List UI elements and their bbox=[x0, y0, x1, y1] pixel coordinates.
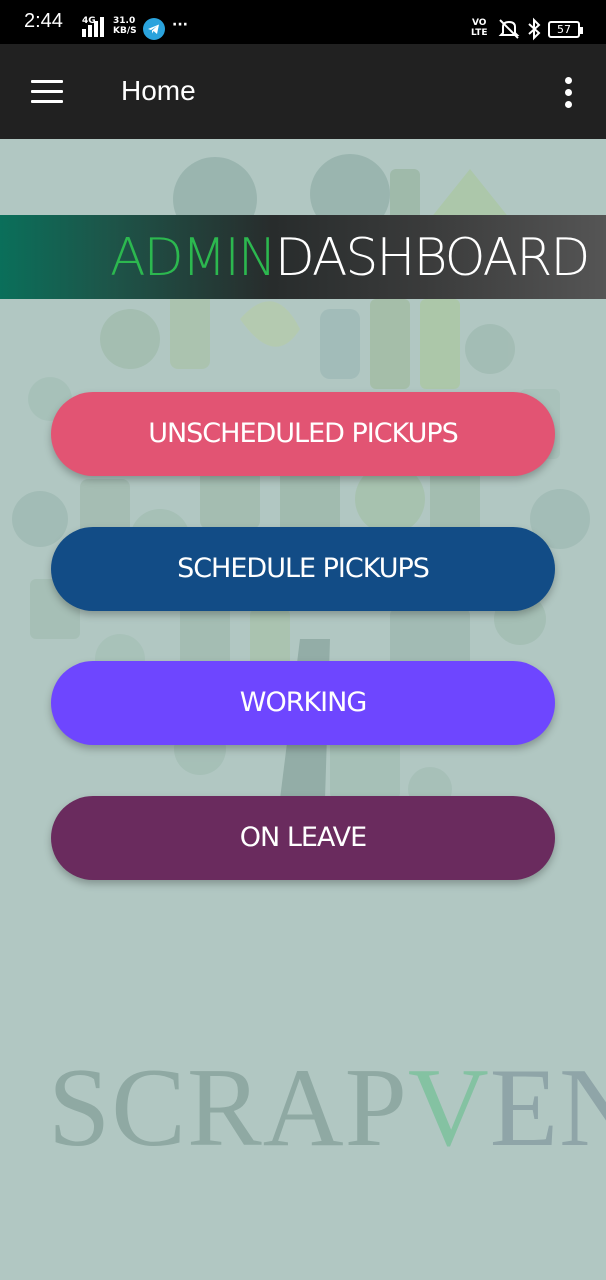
working-button[interactable]: WORKING bbox=[51, 661, 555, 745]
status-bar: 2:44 4G 31.0 KB/S ··· VO LTE 57 bbox=[0, 0, 606, 44]
admin-dashboard-banner: ADMINDASHBOARD bbox=[0, 215, 606, 299]
data-speed-unit: KB/S bbox=[113, 26, 137, 36]
signal-icon bbox=[82, 17, 104, 37]
battery-icon: 57 bbox=[548, 21, 583, 38]
watermark-part-scrap: SCRAP bbox=[48, 1046, 408, 1170]
mute-icon bbox=[498, 19, 520, 39]
on-leave-button[interactable]: ON LEAVE bbox=[51, 796, 555, 880]
schedule-pickups-button[interactable]: SCHEDULE PICKUPS bbox=[51, 527, 555, 611]
bluetooth-icon bbox=[528, 17, 541, 41]
volte-label-bottom: LTE bbox=[471, 28, 488, 38]
hamburger-menu-icon[interactable] bbox=[31, 80, 63, 104]
scrapvend-watermark-logo: SCRAPVEND bbox=[48, 1044, 606, 1173]
banner-dashboard-text: DASHBOARD bbox=[274, 228, 591, 288]
banner-title: ADMINDASHBOARD bbox=[110, 228, 591, 288]
banner-admin-text: ADMIN bbox=[110, 228, 277, 288]
volte-label-top: VO bbox=[472, 18, 487, 28]
unscheduled-pickups-button[interactable]: UNSCHEDULED PICKUPS bbox=[51, 392, 555, 476]
more-vert-icon[interactable] bbox=[559, 77, 577, 109]
page-title: Home bbox=[121, 75, 196, 106]
watermark-part-v: V bbox=[407, 1046, 490, 1170]
more-notifications: ··· bbox=[172, 17, 188, 33]
telegram-icon bbox=[143, 18, 165, 40]
app-bar: Home bbox=[0, 44, 606, 139]
status-time: 2:44 bbox=[24, 10, 63, 32]
watermark-part-end: END bbox=[489, 1046, 606, 1170]
battery-level: 57 bbox=[557, 23, 571, 36]
main-content: ADMINDASHBOARD UNSCHEDULED PICKUPS SCHED… bbox=[0, 139, 606, 1280]
data-speed: 31.0 bbox=[113, 16, 136, 26]
